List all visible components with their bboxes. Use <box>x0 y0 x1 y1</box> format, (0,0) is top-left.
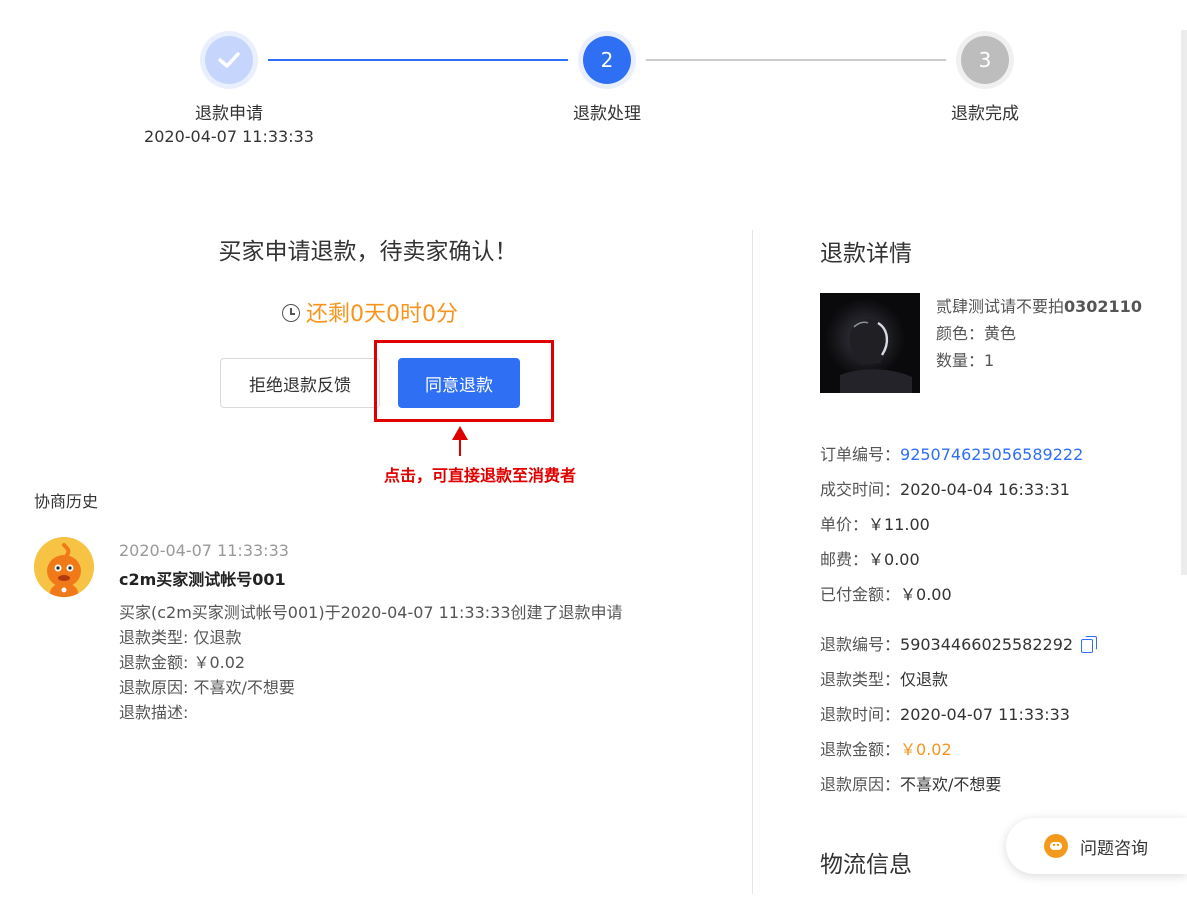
refund-number-value: 59034466025582292 <box>900 635 1074 654</box>
reject-refund-button[interactable]: 拒绝退款反馈 <box>220 358 380 408</box>
refund-type-row: 退款类型：仅退款 <box>820 666 948 690</box>
step-3-circle: 3 <box>956 31 1014 89</box>
refund-time-value: 2020-04-07 11:33:33 <box>900 705 1070 724</box>
step-line-pending <box>646 59 946 61</box>
step-2-circle: 2 <box>578 31 636 89</box>
refund-reason-label: 退款原因： <box>820 775 901 794</box>
paid-amount-row: 已付金额：￥0.00 <box>820 581 952 605</box>
robot-chat-icon <box>1044 834 1068 858</box>
paid-amount-value: ￥0.00 <box>900 585 952 604</box>
paid-amount-label: 已付金额： <box>820 585 901 604</box>
product-color: 颜色：黄色 <box>936 324 1017 343</box>
refund-type-label: 退款类型： <box>820 670 901 689</box>
order-number-label: 订单编号： <box>820 445 901 464</box>
step-1-circle <box>200 31 258 89</box>
history-entry-details: 买家(c2m买家测试帐号001)于2020-04-07 11:33:33创建了退… <box>119 600 623 725</box>
history-line: 退款描述: <box>119 703 189 722</box>
refund-amount-value: ￥0.02 <box>900 740 952 759</box>
history-entry-time: 2020-04-07 11:33:33 <box>119 541 289 560</box>
deal-time-label: 成交时间： <box>820 480 901 499</box>
vertical-divider <box>752 230 753 894</box>
negotiation-history-title: 协商历史 <box>34 492 99 511</box>
shipping-fee-row: 邮费：￥0.00 <box>820 546 920 570</box>
copy-icon[interactable] <box>1081 636 1098 653</box>
product-image[interactable] <box>820 293 920 393</box>
product-name-prefix: 贰肆测试请不要拍 <box>936 297 1065 316</box>
step-3-number: 3 <box>978 48 992 72</box>
annotation-arrow-shaft <box>459 438 461 456</box>
refund-reason-row: 退款原因：不喜欢/不想要 <box>820 771 1001 795</box>
order-number-row: 订单编号：925074625056589222 <box>820 441 1083 465</box>
refund-time-label: 退款时间： <box>820 705 901 724</box>
refund-detail-title: 退款详情 <box>820 241 912 267</box>
step-1-label: 退款申请 <box>195 104 263 124</box>
countdown-timer: 还剩0天0时0分 <box>0 296 740 328</box>
history-line: 退款金额: ￥0.02 <box>119 653 246 672</box>
checkmark-icon <box>218 52 240 68</box>
history-line: 买家(c2m买家测试帐号001)于2020-04-07 11:33:33创建了退… <box>119 603 623 622</box>
annotation-highlight-box <box>374 340 554 422</box>
step-2-label: 退款处理 <box>573 104 641 124</box>
deal-time-row: 成交时间：2020-04-04 16:33:31 <box>820 476 1070 500</box>
refund-number-row: 退款编号：59034466025582292 <box>820 631 1098 655</box>
product-name-code: 0302110 <box>1064 297 1142 316</box>
consult-label: 问题咨询 <box>1080 838 1148 859</box>
history-line: 退款类型: 仅退款 <box>119 628 242 647</box>
refund-number-label: 退款编号： <box>820 635 901 654</box>
product-photo-icon <box>820 293 920 393</box>
step-line-done <box>268 59 568 61</box>
step-1-time: 2020-04-07 11:33:33 <box>144 127 314 146</box>
product-name: 贰肆测试请不要拍0302110 <box>936 293 1142 317</box>
step-3-label: 退款完成 <box>951 104 1019 124</box>
step-2-number: 2 <box>600 48 614 72</box>
unit-price-value: ￥11.00 <box>868 515 930 534</box>
product-quantity: 数量：1 <box>936 351 995 370</box>
avatar <box>34 537 94 597</box>
refund-reason-value: 不喜欢/不想要 <box>900 775 1002 794</box>
shipping-fee-value: ￥0.00 <box>868 550 920 569</box>
order-number-link[interactable]: 925074625056589222 <box>900 445 1083 464</box>
unit-price-row: 单价：￥11.00 <box>820 511 930 535</box>
deal-time-value: 2020-04-04 16:33:31 <box>900 480 1070 499</box>
page-scrollbar[interactable] <box>1181 30 1187 575</box>
annotation-text: 点击，可直接退款至消费者 <box>383 466 576 485</box>
consult-button[interactable]: 问题咨询 <box>1006 818 1187 874</box>
buyer-avatar-icon <box>34 537 94 597</box>
countdown-text: 还剩0天0时0分 <box>306 302 458 327</box>
shipping-fee-label: 邮费： <box>820 550 869 569</box>
clock-icon <box>282 304 300 322</box>
refund-time-row: 退款时间：2020-04-07 11:33:33 <box>820 701 1070 725</box>
logistics-title: 物流信息 <box>820 852 912 878</box>
history-line: 退款原因: 不喜欢/不想要 <box>119 678 295 697</box>
refund-amount-label: 退款金额： <box>820 740 901 759</box>
history-entry-user: c2m买家测试帐号001 <box>119 570 286 589</box>
refund-status-title: 买家申请退款，待卖家确认！ <box>218 239 518 265</box>
refund-type-value: 仅退款 <box>900 670 949 689</box>
refund-amount-row: 退款金额：￥0.02 <box>820 736 952 760</box>
unit-price-label: 单价： <box>820 515 869 534</box>
